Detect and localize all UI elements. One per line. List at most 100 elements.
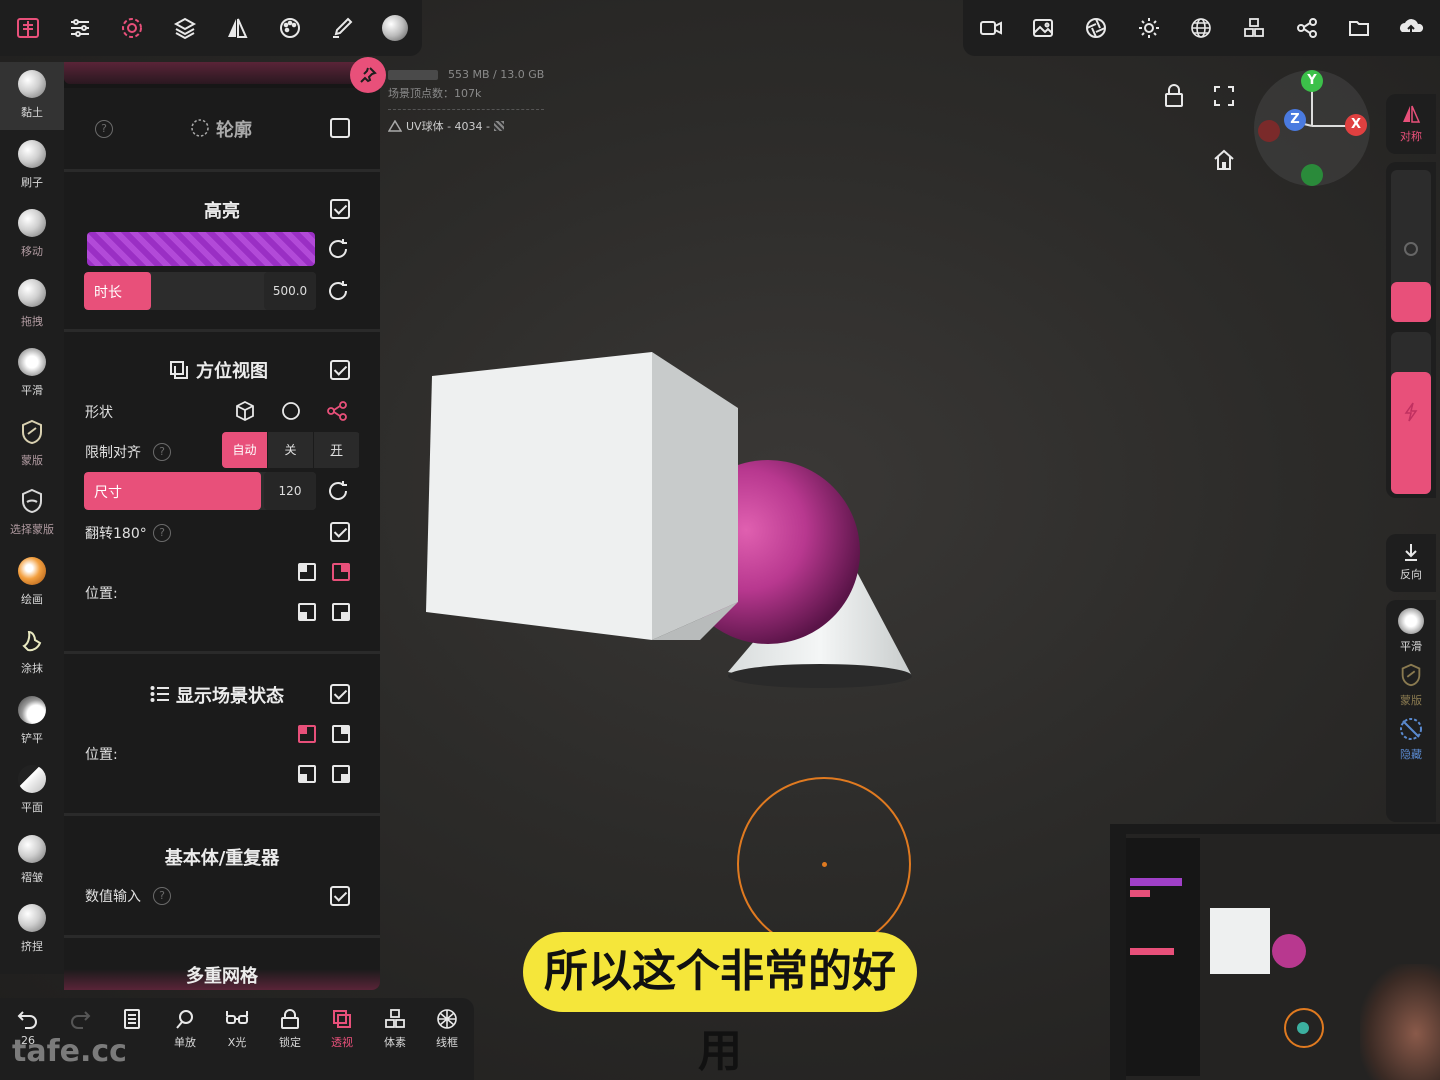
limit-option-auto[interactable]: 自动 [222, 432, 268, 468]
reset-duration-icon[interactable] [326, 279, 350, 303]
crease-brush-icon [18, 835, 46, 863]
help-icon[interactable]: ? [153, 524, 171, 542]
orientation-checkbox[interactable] [330, 360, 350, 380]
app-logo-icon[interactable] [10, 10, 46, 46]
size-value[interactable]: 120 [264, 472, 316, 510]
object-name[interactable]: UV球体 - 4034 - [406, 118, 490, 134]
shape-axes-icon[interactable] [326, 400, 348, 422]
fullscreen-icon[interactable] [1210, 82, 1238, 110]
paint-brush-icon [18, 557, 46, 585]
shape-cube-icon[interactable] [234, 400, 256, 422]
reset-color-icon[interactable] [326, 237, 350, 261]
solo-label: 单放 [174, 1036, 196, 1049]
axis-neg-x[interactable] [1258, 120, 1280, 142]
panel-drag-handle[interactable] [64, 62, 364, 84]
tool-pinch[interactable]: 挤捏 [0, 896, 64, 964]
position-bottom-left-icon[interactable] [298, 603, 316, 621]
tool-crease[interactable]: 褶皱 [0, 827, 64, 895]
tool-paint[interactable]: 绘画 [0, 549, 64, 617]
radius-slider[interactable] [1391, 170, 1431, 322]
intensity-slider[interactable] [1391, 332, 1431, 494]
limit-align-label: 限制对齐 [85, 445, 141, 461]
palette-icon[interactable] [272, 10, 308, 46]
help-icon[interactable]: ? [153, 443, 171, 461]
camera-icon[interactable] [973, 10, 1009, 46]
right-reverse-button[interactable]: 反向 [1386, 534, 1436, 592]
tool-brush[interactable]: 刷子 [0, 132, 64, 200]
tool-label: 刷子 [21, 176, 43, 189]
axis-y[interactable]: Y [1301, 70, 1323, 92]
settings-gear-icon[interactable] [114, 10, 150, 46]
brush-stroke-icon[interactable] [324, 10, 360, 46]
notebook-button[interactable] [106, 1008, 158, 1030]
tool-label: 移动 [21, 245, 43, 258]
perspective-button[interactable]: 透视 [316, 1008, 368, 1050]
reset-size-icon[interactable] [326, 479, 350, 503]
tool-select-mask[interactable]: 选择蒙版 [0, 479, 64, 547]
quick-smooth[interactable]: 平滑 [1386, 600, 1436, 654]
pin-panel-button[interactable] [350, 57, 386, 93]
redo-button[interactable] [54, 1008, 106, 1030]
lock-camera-icon[interactable] [1160, 82, 1188, 110]
shape-sphere-icon[interactable] [280, 400, 302, 422]
quick-hide[interactable]: 隐藏 [1386, 716, 1436, 762]
cube-object[interactable] [426, 352, 738, 640]
tool-move[interactable]: 移动 [0, 201, 64, 269]
home-view-icon[interactable] [1210, 146, 1238, 174]
limit-option-off[interactable]: 关 [268, 432, 314, 468]
scene-position-top-right-icon[interactable] [332, 725, 350, 743]
tool-plane[interactable]: 平面 [0, 757, 64, 825]
position-top-left-icon[interactable] [298, 563, 316, 581]
right-symmetry-button[interactable]: 对称 [1386, 94, 1436, 154]
position-bottom-right-icon[interactable] [332, 603, 350, 621]
axis-gizmo[interactable]: Y Z X [1254, 70, 1370, 186]
scene-position-bottom-left-icon[interactable] [298, 765, 316, 783]
limit-option-on[interactable]: 开 [314, 432, 360, 468]
help-icon[interactable]: ? [95, 120, 113, 138]
highlight-color-swatch[interactable] [87, 232, 315, 266]
lock-button[interactable]: 锁定 [264, 1008, 316, 1050]
contour-checkbox[interactable] [330, 118, 350, 138]
cloud-upload-icon[interactable] [1393, 10, 1429, 46]
scene-position-bottom-right-icon[interactable] [332, 765, 350, 783]
layers-icon[interactable] [167, 10, 203, 46]
quick-mask[interactable]: 蒙版 [1386, 662, 1436, 708]
xray-button[interactable]: X光 [211, 1008, 263, 1050]
right-slider-panel [1386, 162, 1436, 498]
aperture-icon[interactable] [1078, 10, 1114, 46]
material-sphere-icon[interactable] [377, 10, 413, 46]
grid-sphere-icon[interactable] [1183, 10, 1219, 46]
texture-icon [494, 121, 504, 131]
numeric-input-checkbox[interactable] [330, 886, 350, 906]
scene-state-checkbox[interactable] [330, 684, 350, 704]
image-icon[interactable] [1025, 10, 1061, 46]
solo-button[interactable]: 单放 [159, 1008, 211, 1050]
help-icon[interactable]: ? [153, 887, 171, 905]
wireframe-button[interactable]: 线框 [421, 1008, 473, 1050]
tool-drag[interactable]: 拖拽 [0, 271, 64, 339]
flip-checkbox[interactable] [330, 522, 350, 542]
axis-x[interactable]: X [1345, 114, 1367, 136]
symmetry-icon[interactable] [219, 10, 255, 46]
scene-position-top-left-icon[interactable] [298, 725, 316, 743]
cubes-icon[interactable] [1236, 10, 1272, 46]
viewport-scene[interactable] [400, 340, 940, 700]
tool-smudge[interactable]: 涂抹 [0, 618, 64, 686]
numeric-input-label: 数值输入 [85, 889, 141, 905]
axis-neg-y[interactable] [1301, 164, 1323, 186]
sun-icon[interactable] [1131, 10, 1167, 46]
top-toolbar-right [963, 0, 1440, 56]
position-top-right-icon[interactable] [332, 563, 350, 581]
duration-value[interactable]: 500.0 [264, 272, 316, 310]
tool-flatten[interactable]: 铲平 [0, 688, 64, 756]
tool-clay[interactable]: 黏土 [0, 62, 64, 130]
list-icon [150, 684, 170, 704]
tool-mask[interactable]: 蒙版 [0, 410, 64, 478]
axis-z[interactable]: Z [1284, 109, 1306, 131]
share-nodes-icon[interactable] [1289, 10, 1325, 46]
voxel-button[interactable]: 体素 [369, 1008, 421, 1050]
tool-smooth[interactable]: 平滑 [0, 340, 64, 408]
highlight-checkbox[interactable] [330, 199, 350, 219]
sliders-icon[interactable] [62, 10, 98, 46]
folder-icon[interactable] [1341, 10, 1377, 46]
